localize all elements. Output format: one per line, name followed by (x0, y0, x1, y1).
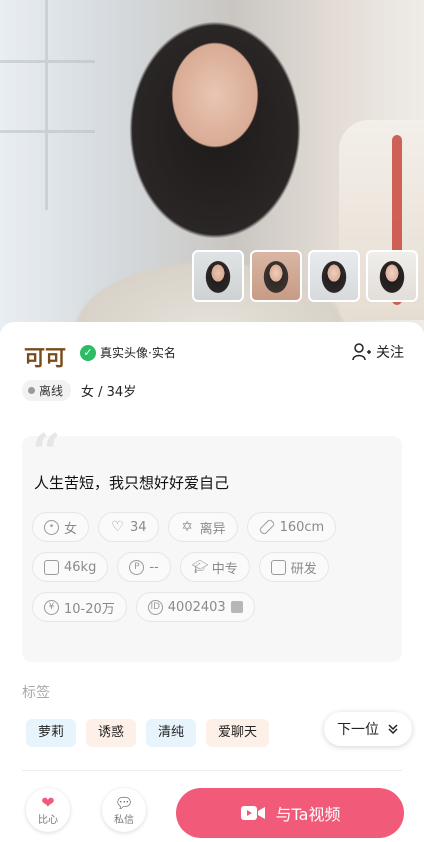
chip-job: 研发 (258, 552, 329, 582)
chip-education: 🎓︎ 中专 (179, 552, 250, 582)
bio-box: “ 人生苦短，我只想好好爱自己 • 女 ♡ 34 ✡ 离异 160cm 46kg (22, 422, 402, 662)
chip-label: 4002403 (167, 599, 226, 615)
photo-thumbnail-3[interactable] (308, 250, 360, 302)
chip-label: 10-20万 (64, 601, 115, 617)
hearts-icon: ❤︎ (41, 792, 55, 812)
status-dot-icon (28, 387, 35, 394)
chip-p: P -- (117, 552, 171, 582)
tags-title: 标签 (22, 685, 50, 701)
profile-card: 可可 ✓ 真实头像·实名 关注 离线 女 / 34岁 “ 人生苦短，我只想好好爱… (0, 322, 424, 842)
message-label: 私信 (114, 814, 134, 826)
like-button[interactable]: ❤︎ 比心 (26, 788, 70, 832)
online-status-badge: 离线 (22, 380, 72, 401)
message-button[interactable]: 💬︎ 私信 (102, 788, 146, 832)
chip-gender: • 女 (32, 512, 90, 542)
tag-item: 诱惑 (86, 719, 137, 747)
follow-label: 关注 (376, 345, 404, 361)
chip-weight: 46kg (32, 552, 109, 582)
divider (22, 770, 402, 771)
chip-label: 46kg (64, 559, 97, 575)
chip-marital: ✡ 离异 (167, 512, 238, 542)
photo-thumbnails (192, 250, 418, 302)
profile-name: 可可 (24, 346, 66, 370)
p-circle-icon: P (129, 559, 145, 575)
next-label: 下一位 (337, 722, 379, 738)
bio-text: 人生苦短，我只想好好爱自己 (34, 474, 230, 492)
briefcase-icon (270, 559, 286, 575)
grad-cap-icon: 🎓︎ (191, 559, 209, 575)
video-camera-icon (240, 806, 265, 820)
chip-label: 离异 (199, 521, 226, 537)
background-window (0, 0, 95, 210)
gender-age: 女 / 34岁 (81, 385, 137, 400)
status-label: 离线 (39, 384, 64, 398)
chip-label: 女 (64, 521, 78, 537)
video-label: 与Ta视频 (275, 805, 341, 824)
photo-thumbnail-1[interactable] (192, 250, 244, 302)
next-profile-button[interactable]: 下一位 (324, 712, 412, 746)
id-icon: ID (147, 599, 163, 615)
copy-icon[interactable] (230, 601, 243, 613)
chat-bubble-icon: 💬︎ (114, 793, 134, 812)
star-of-david-icon: ✡ (181, 518, 193, 535)
profile-photo[interactable] (0, 0, 424, 335)
like-label: 比心 (38, 814, 58, 826)
photo-thumbnail-4[interactable] (366, 250, 418, 302)
tag-item: 清纯 (146, 719, 197, 747)
ruler-icon (258, 518, 276, 536)
bottom-action-bar: ❤︎ 比心 💬︎ 私信 与Ta视频 (0, 778, 424, 842)
follow-button[interactable]: 关注 (352, 342, 404, 362)
yen-icon: ¥ (44, 599, 59, 615)
info-chips: • 女 ♡ 34 ✡ 离异 160cm 46kg P -- 🎓︎ 中专 研发 ¥… (32, 512, 392, 622)
verified-label: 真实头像·实名 (100, 346, 176, 360)
tag-item: 萝莉 (26, 719, 77, 747)
video-call-button[interactable]: 与Ta视频 (176, 788, 404, 838)
heart-icon: ♡ (111, 518, 124, 535)
chip-age: ♡ 34 (98, 512, 159, 542)
photo-thumbnail-2[interactable] (250, 250, 302, 302)
chip-id[interactable]: ID 4002403 (135, 592, 255, 622)
scale-icon (44, 559, 59, 575)
chip-label: 研发 (290, 561, 317, 577)
add-person-icon (352, 343, 371, 361)
chip-label: 中专 (211, 561, 238, 577)
chip-label: 34 (130, 519, 147, 535)
double-chevron-down-icon (388, 724, 398, 735)
status-row: 离线 女 / 34岁 (22, 380, 136, 401)
chip-income: ¥ 10-20万 (32, 592, 127, 622)
chip-height: 160cm (246, 512, 337, 542)
verified-badge: ✓ 真实头像·实名 (80, 344, 176, 361)
chip-label: 160cm (279, 519, 325, 535)
tag-item: 爱聊天 (206, 719, 270, 747)
verified-check-icon: ✓ (80, 344, 96, 361)
chip-label: -- (149, 559, 159, 575)
person-icon: • (44, 519, 59, 535)
tag-list: 萝莉 诱惑 清纯 爱聊天 (26, 719, 270, 747)
